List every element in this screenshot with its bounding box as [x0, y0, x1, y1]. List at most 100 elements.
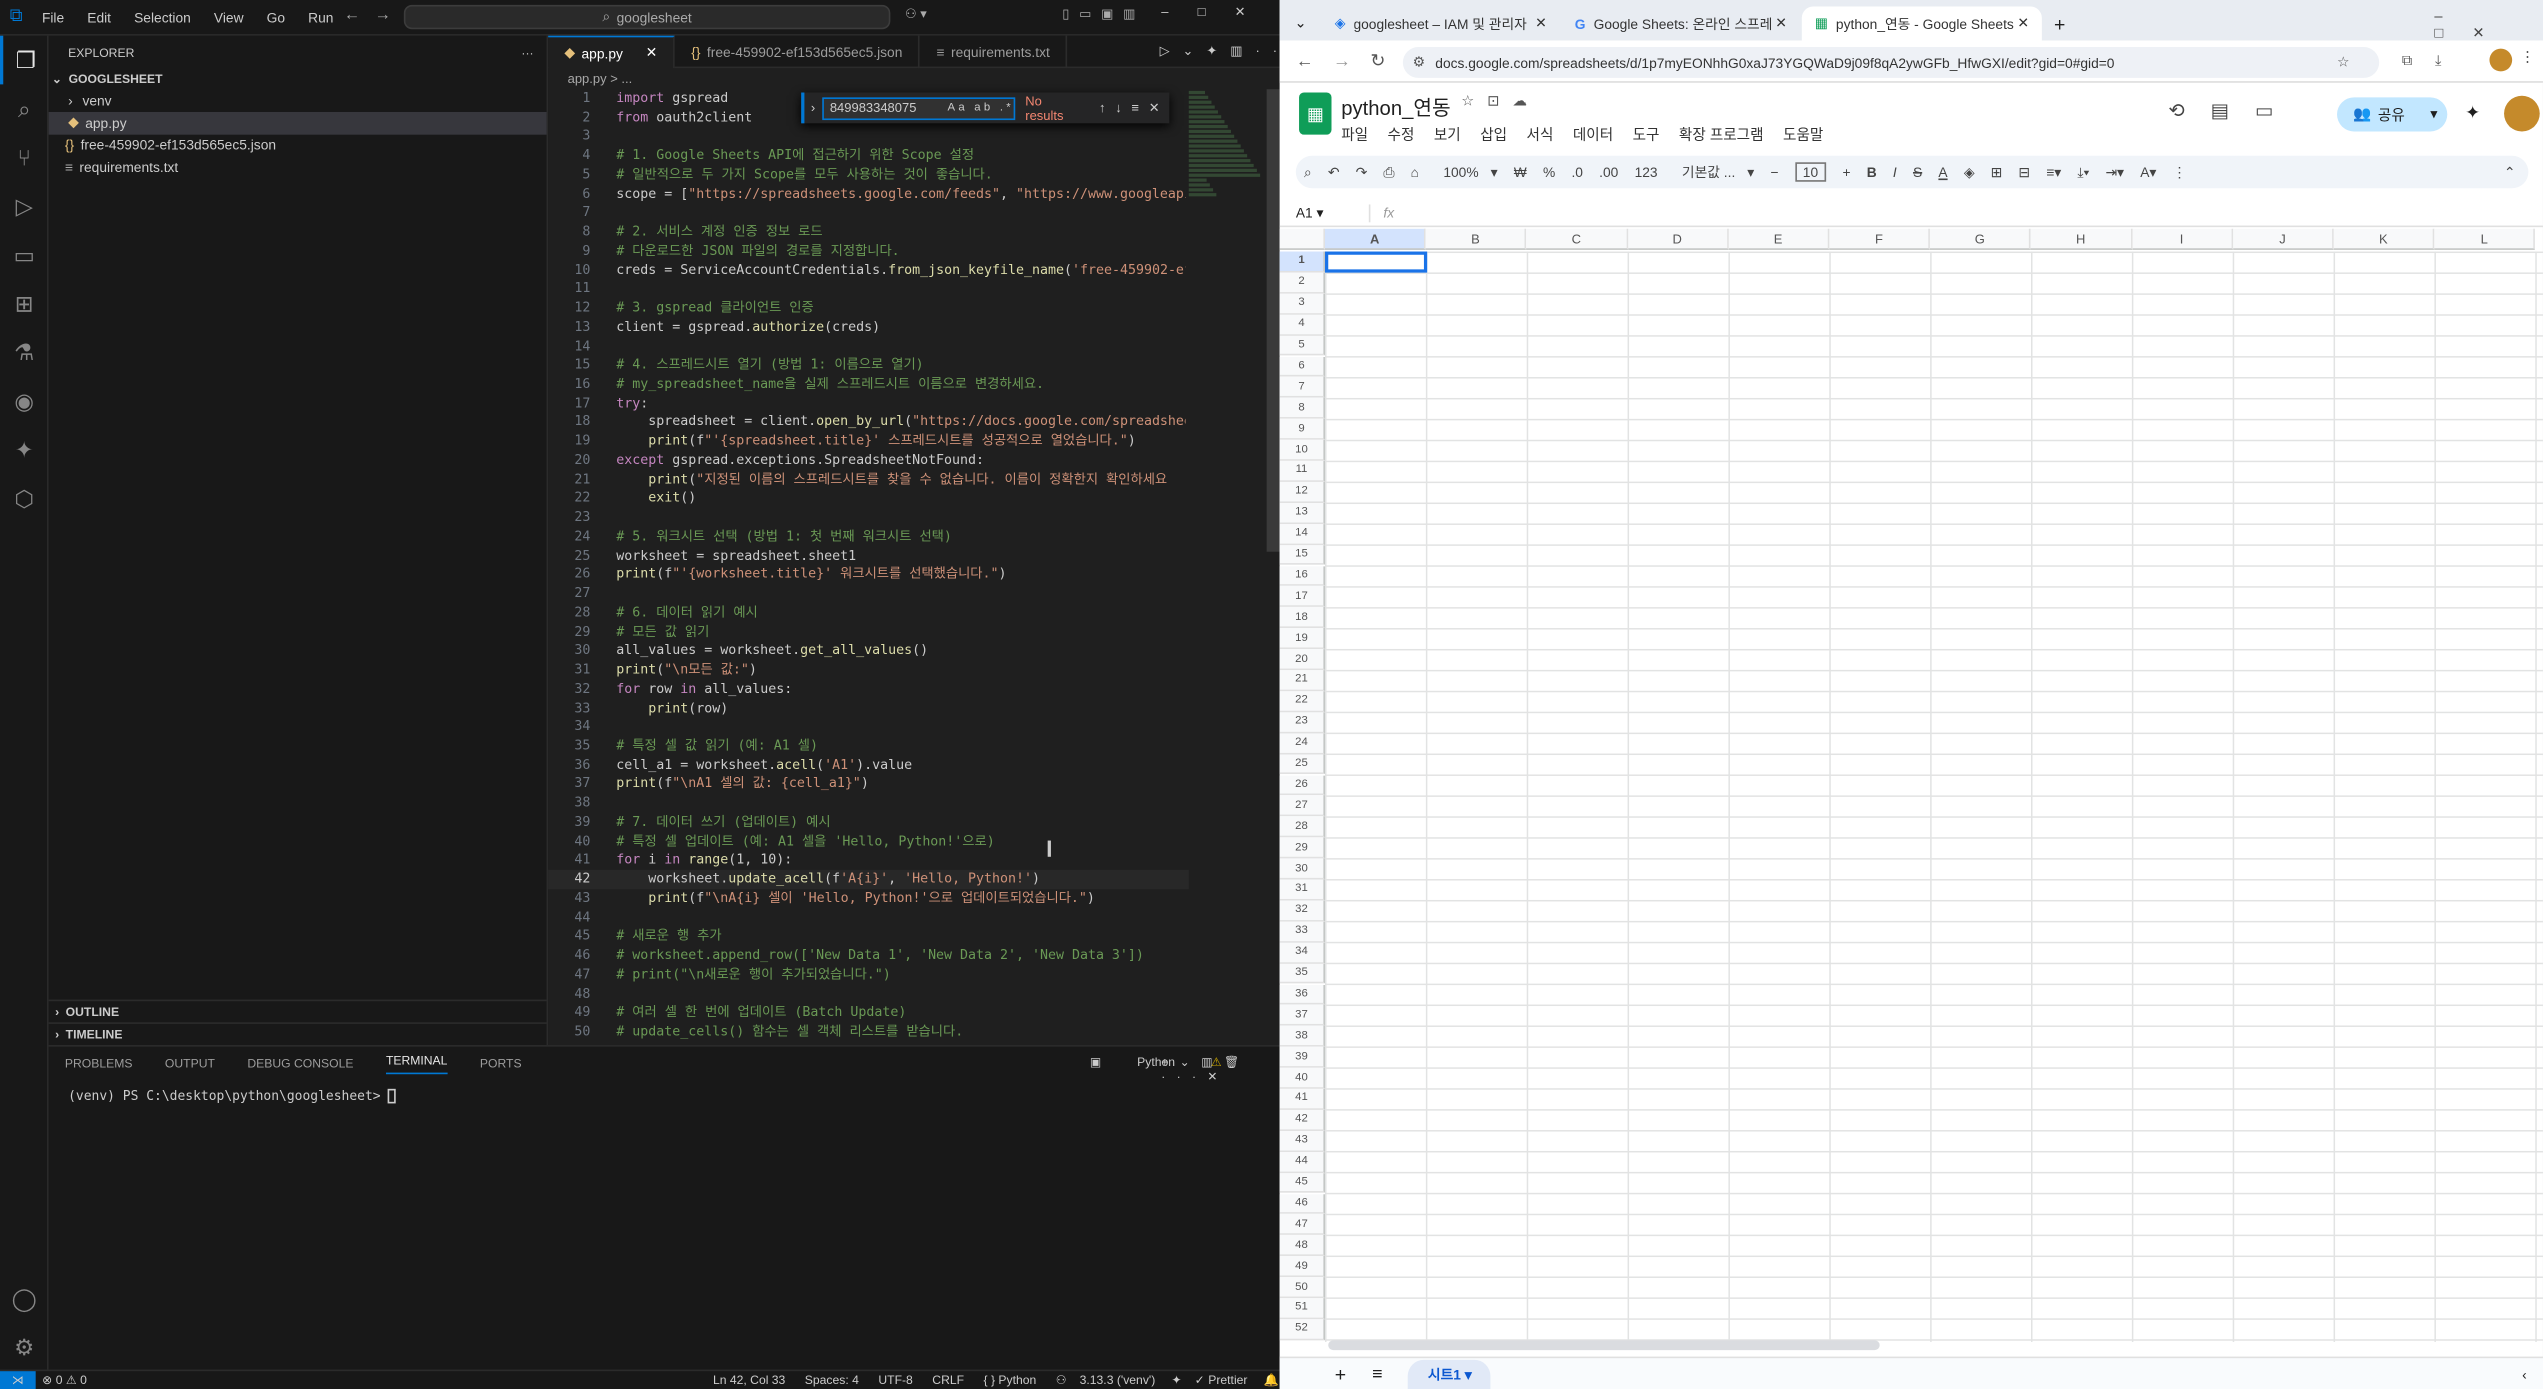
chevron-right-icon[interactable]: ›	[811, 101, 815, 116]
code-line[interactable]: 13 client = gspread.authorize(creds)	[548, 318, 1189, 337]
window-controls[interactable]: –□✕	[1161, 5, 1275, 20]
status-indentation[interactable]: Spaces: 4	[805, 1373, 859, 1388]
menu-selection[interactable]: Selection	[134, 9, 191, 25]
remote-explorer-icon[interactable]: ▭	[0, 230, 49, 279]
more-formats-button[interactable]: 123	[1635, 164, 1658, 180]
column-header[interactable]: A	[1325, 228, 1426, 250]
menu-format[interactable]: 서식	[1527, 123, 1554, 144]
minimap[interactable]	[1188, 89, 1270, 203]
code-line[interactable]: 33 print(row)	[548, 699, 1189, 718]
search-icon[interactable]: ⌕	[0, 84, 49, 133]
extensions-icon[interactable]: ⊞	[0, 279, 49, 328]
status-eol[interactable]: CRLF	[932, 1373, 964, 1388]
add-sheet-icon[interactable]: +	[1335, 1362, 1346, 1385]
row-header[interactable]: 1	[1279, 251, 1326, 273]
menu-file[interactable]: File	[42, 9, 64, 25]
sheets-logo-icon[interactable]: ▦	[1299, 92, 1332, 135]
panel-actions[interactable]: +⌄▥🗑···✕	[1161, 1055, 1263, 1084]
menu-help[interactable]: 도움말	[1783, 123, 1823, 144]
explorer-icon[interactable]: ❐	[0, 35, 49, 85]
back-arrow-icon[interactable]: ←	[1296, 51, 1314, 70]
outline-section[interactable]: › OUTLINE	[48, 999, 547, 1023]
find-input[interactable]: 849983348075 Aa ab .*	[821, 96, 1016, 120]
formula-input[interactable]	[1394, 200, 2543, 226]
row-header[interactable]: 24	[1279, 732, 1326, 754]
code-line[interactable]: 24 # 5. 워크시트 선택 (방법 1: 첫 번째 워크시트 선택)	[548, 527, 1189, 546]
menu-file[interactable]: 파일	[1341, 123, 1368, 144]
forward-arrow-icon[interactable]: →	[375, 6, 391, 24]
code-line[interactable]: 3	[548, 127, 1189, 146]
copilot-status-icon[interactable]: ⚇	[1056, 1373, 1067, 1388]
code-line[interactable]: 28 # 6. 데이터 읽기 예시	[548, 603, 1189, 622]
column-header[interactable]: E	[1728, 228, 1830, 250]
row-header[interactable]: 48	[1279, 1235, 1326, 1257]
code-line[interactable]: 27	[548, 584, 1189, 603]
tab-debug-console[interactable]: DEBUG CONSOLE	[247, 1056, 353, 1071]
row-header[interactable]: 10	[1279, 439, 1326, 461]
paint-format-icon[interactable]: ⌂	[1411, 164, 1419, 180]
tree-item-app-py[interactable]: ◆ app.py	[48, 111, 547, 134]
code-line[interactable]: 48	[548, 984, 1189, 1003]
code-line[interactable]: 7	[548, 203, 1189, 222]
plus-icon[interactable]: +	[1842, 164, 1850, 180]
print-icon[interactable]: ⎙	[1383, 163, 1394, 181]
menu-insert[interactable]: 삽입	[1480, 123, 1507, 144]
terminal[interactable]: (venv) PS C:\desktop\python\googlesheet>	[49, 1079, 1280, 1113]
increase-decimals-button[interactable]: .00	[1599, 164, 1618, 180]
code-line[interactable]: 5 # 일반적으로 두 가지 Scope를 모두 사용하는 것이 좋습니다.	[548, 165, 1189, 184]
code-line[interactable]: 17 try:	[548, 394, 1189, 413]
column-header[interactable]: J	[2232, 228, 2334, 250]
column-header[interactable]: I	[2132, 228, 2233, 250]
row-header[interactable]: 15	[1279, 544, 1326, 566]
row-header[interactable]: 23	[1279, 712, 1326, 733]
code-line[interactable]: 38	[548, 794, 1189, 813]
column-header[interactable]: D	[1627, 228, 1729, 250]
find-options[interactable]: Aa ab .*	[948, 102, 1014, 113]
code-line[interactable]: 19 print(f"'{spreadsheet.title}' 스프레드시트를…	[548, 432, 1189, 451]
back-arrow-icon[interactable]: ←	[344, 6, 360, 24]
containers-icon[interactable]: ⬡	[0, 474, 49, 523]
testing-icon[interactable]: ⚗	[0, 328, 49, 377]
code-line[interactable]: 9 # 다운로드한 JSON 파일의 경로를 지정합니다.	[548, 242, 1189, 261]
row-header[interactable]: 29	[1279, 837, 1326, 859]
row-header[interactable]: 32	[1279, 900, 1326, 922]
row-header[interactable]: 5	[1279, 335, 1326, 357]
sheet-tab[interactable]: 시트1 ▾	[1408, 1359, 1492, 1389]
bell-icon[interactable]: 🔔	[1264, 1373, 1279, 1388]
status-cursor-position[interactable]: Ln 42, Col 33	[713, 1373, 785, 1388]
code-line[interactable]: 18 spreadsheet = client.open_by_url("htt…	[548, 413, 1189, 432]
row-header[interactable]: 13	[1279, 502, 1326, 524]
tab-ports[interactable]: PORTS	[480, 1056, 522, 1071]
row-header[interactable]: 30	[1279, 858, 1326, 880]
forward-arrow-icon[interactable]: →	[1333, 51, 1351, 70]
row-header[interactable]: 11	[1279, 460, 1326, 482]
user-avatar[interactable]	[2504, 95, 2540, 132]
row-header[interactable]: 51	[1279, 1298, 1326, 1320]
folder-root[interactable]: ⌄ GOOGLESHEET	[49, 68, 547, 90]
code-line[interactable]: 20 except gspread.exceptions.SpreadsheetN…	[548, 451, 1189, 470]
code-line[interactable]: 26 print(f"'{worksheet.title}' 워크시트를 선택했습…	[548, 565, 1189, 584]
breadcrumb[interactable]: app.py > ...	[548, 68, 1279, 89]
row-header[interactable]: 47	[1279, 1214, 1326, 1236]
horizontal-scrollbar[interactable]	[1328, 1340, 1880, 1351]
row-header[interactable]: 31	[1279, 879, 1326, 901]
code-line[interactable]: 11	[548, 280, 1189, 299]
code-line[interactable]: 4 # 1. Google Sheets API에 접근하기 위한 Scope 설…	[548, 146, 1189, 165]
code-line[interactable]: 29 # 모든 값 읽기	[548, 622, 1189, 641]
row-header[interactable]: 21	[1279, 670, 1326, 692]
row-header[interactable]: 4	[1279, 314, 1326, 336]
valign-icon[interactable]: ⤓▾	[2077, 163, 2089, 181]
find-nav-icons[interactable]: ↑↓≡✕	[1099, 101, 1169, 116]
code-line[interactable]: 45 # 새로운 행 추가	[548, 927, 1189, 946]
more-icon[interactable]: ⋮	[2173, 163, 2187, 181]
gemini-icon[interactable]: ✦	[2465, 102, 2480, 123]
percent-format-button[interactable]: %	[1543, 164, 1555, 180]
italic-icon[interactable]: I	[1893, 164, 1897, 180]
code-line[interactable]: 12 # 3. gspread 클라이언트 인증	[548, 299, 1189, 318]
row-header[interactable]: 36	[1279, 984, 1326, 1006]
search-menus-icon[interactable]: ⌕	[1304, 163, 1312, 181]
row-header[interactable]: 40	[1279, 1067, 1326, 1089]
row-header[interactable]: 33	[1279, 921, 1326, 943]
decrease-decimals-button[interactable]: .0	[1571, 164, 1583, 180]
reload-icon[interactable]: ↻	[1370, 50, 1385, 71]
